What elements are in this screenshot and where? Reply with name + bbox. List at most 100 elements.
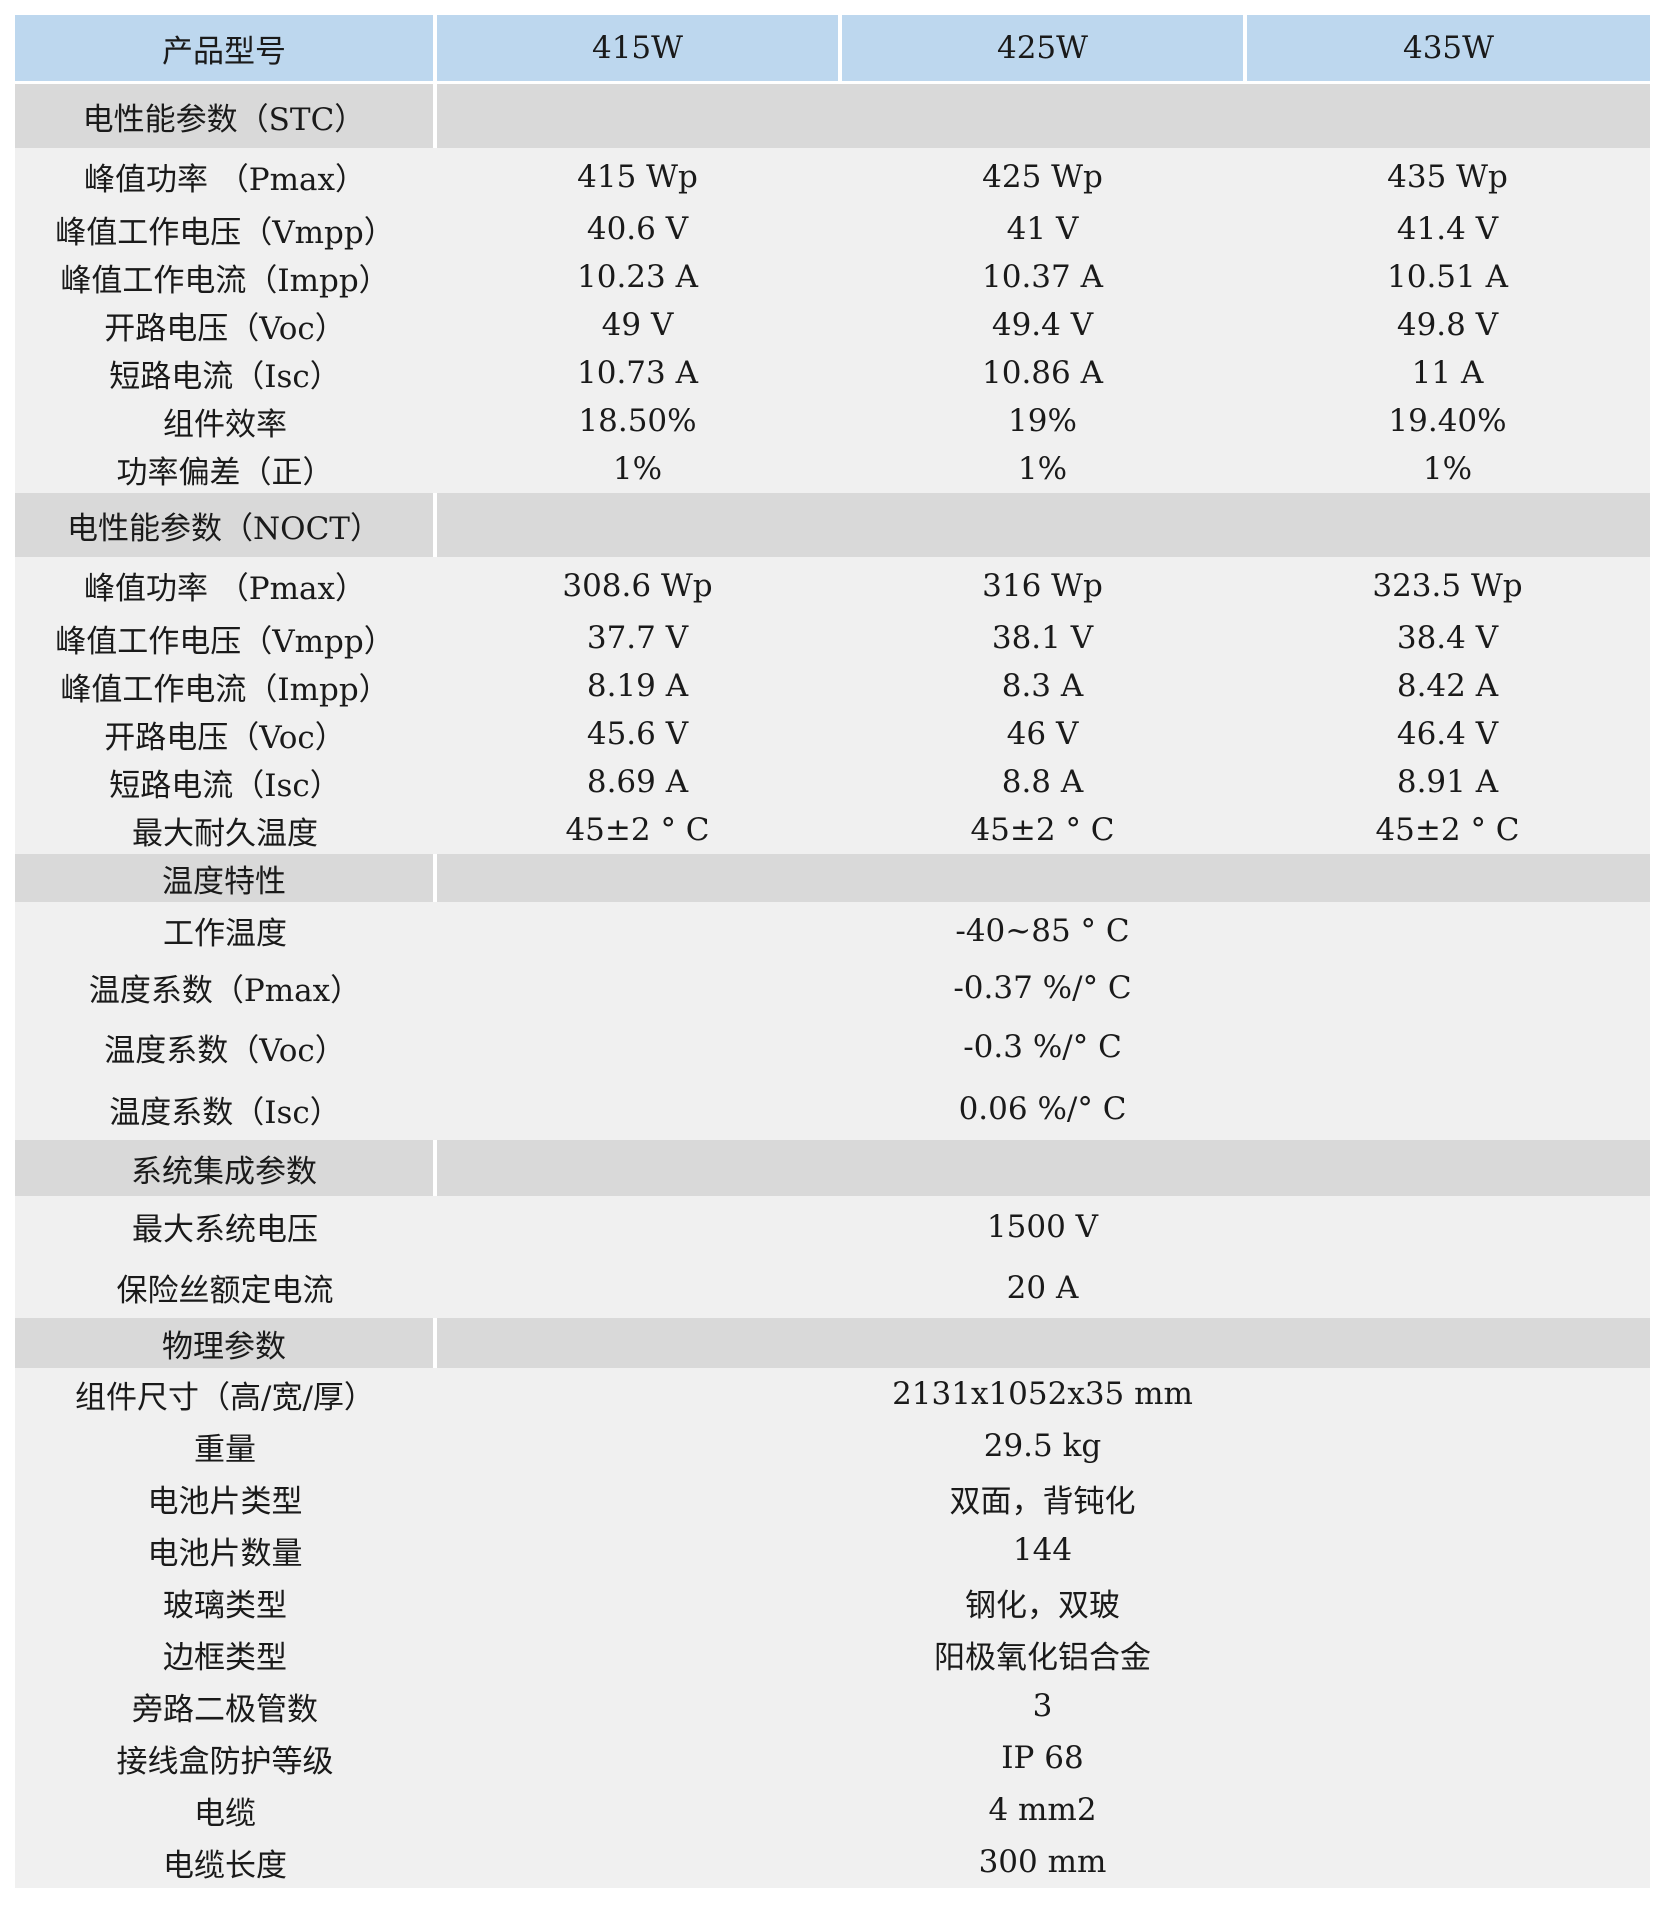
table-row: 边框类型 阳极氧化铝合金 bbox=[15, 1628, 1650, 1680]
row-label: 工作温度 bbox=[15, 902, 435, 959]
table-row: 峰值工作电流（Impp） 8.19 A 8.3 A 8.42 A bbox=[15, 662, 1650, 710]
table-row: 温度系数（Isc） 0.06 %/° C bbox=[15, 1078, 1650, 1140]
row-label: 接线盒防护等级 bbox=[15, 1732, 435, 1784]
row-label: 峰值工作电流（Impp） bbox=[15, 253, 435, 301]
row-label: 温度系数（Voc） bbox=[15, 1016, 435, 1078]
cell-value: 37.7 V bbox=[435, 614, 840, 662]
cell-value: 8.42 A bbox=[1245, 662, 1650, 710]
cell-value: 10.86 A bbox=[840, 349, 1245, 397]
row-label: 短路电流（Isc） bbox=[15, 758, 435, 806]
cell-value: -0.3 %/° C bbox=[435, 1016, 1650, 1078]
cell-value: 10.51 A bbox=[1245, 253, 1650, 301]
table-row: 峰值工作电压（Vmpp） 40.6 V 41 V 41.4 V bbox=[15, 205, 1650, 253]
cell-value: 8.69 A bbox=[435, 758, 840, 806]
cell-value: 45±2 ° C bbox=[435, 806, 840, 854]
cell-value: 3 bbox=[435, 1680, 1650, 1732]
row-label: 短路电流（Isc） bbox=[15, 349, 435, 397]
row-label: 边框类型 bbox=[15, 1628, 435, 1680]
section-title: 电性能参数（NOCT） bbox=[15, 493, 435, 557]
table-row: 峰值工作电流（Impp） 10.23 A 10.37 A 10.51 A bbox=[15, 253, 1650, 301]
cell-value: 20 A bbox=[435, 1257, 1650, 1318]
cell-value: 144 bbox=[435, 1524, 1650, 1576]
table-row: 短路电流（Isc） 8.69 A 8.8 A 8.91 A bbox=[15, 758, 1650, 806]
cell-value: 49.8 V bbox=[1245, 301, 1650, 349]
row-label: 最大耐久温度 bbox=[15, 806, 435, 854]
cell-value: 8.91 A bbox=[1245, 758, 1650, 806]
cell-value: 435 Wp bbox=[1245, 148, 1650, 205]
cell-value: 阳极氧化铝合金 bbox=[435, 1628, 1650, 1680]
cell-value: 323.5 Wp bbox=[1245, 557, 1650, 614]
cell-value: 425 Wp bbox=[840, 148, 1245, 205]
cell-value: 19% bbox=[840, 397, 1245, 445]
section-fill bbox=[433, 854, 1650, 902]
cell-value: 8.3 A bbox=[840, 662, 1245, 710]
section-title: 系统集成参数 bbox=[15, 1140, 435, 1196]
cell-value: 46 V bbox=[840, 710, 1245, 758]
cell-value: 49.4 V bbox=[840, 301, 1245, 349]
row-label: 峰值工作电压（Vmpp） bbox=[15, 205, 435, 253]
cell-value: 415 Wp bbox=[435, 148, 840, 205]
cell-value: 45.6 V bbox=[435, 710, 840, 758]
cell-value: 1% bbox=[1245, 445, 1650, 493]
table-row: 峰值工作电压（Vmpp） 37.7 V 38.1 V 38.4 V bbox=[15, 614, 1650, 662]
table-row: 最大系统电压 1500 V bbox=[15, 1196, 1650, 1257]
cell-value: 308.6 Wp bbox=[435, 557, 840, 614]
cell-value: 0.06 %/° C bbox=[435, 1078, 1650, 1140]
cell-value: -40~85 ° C bbox=[435, 902, 1650, 959]
table-row: 峰值功率 （Pmax） 415 Wp 425 Wp 435 Wp bbox=[15, 148, 1650, 205]
header-row: 产品型号 415W 425W 435W bbox=[15, 15, 1650, 83]
table-row: 保险丝额定电流 20 A bbox=[15, 1257, 1650, 1318]
cell-value: 2131x1052x35 mm bbox=[435, 1368, 1650, 1420]
section-header-stc: 电性能参数（STC） bbox=[15, 82, 1650, 148]
cell-value: 10.73 A bbox=[435, 349, 840, 397]
row-label: 温度系数（Isc） bbox=[15, 1078, 435, 1140]
row-label: 峰值工作电流（Impp） bbox=[15, 662, 435, 710]
row-label: 最大系统电压 bbox=[15, 1196, 435, 1257]
cell-value: 钢化，双玻 bbox=[435, 1576, 1650, 1628]
table-row: 重量 29.5 kg bbox=[15, 1420, 1650, 1472]
section-title: 电性能参数（STC） bbox=[15, 82, 435, 148]
table-row: 开路电压（Voc） 49 V 49.4 V 49.8 V bbox=[15, 301, 1650, 349]
row-label: 旁路二极管数 bbox=[15, 1680, 435, 1732]
cell-value: 10.23 A bbox=[435, 253, 840, 301]
cell-value: 19.40% bbox=[1245, 397, 1650, 445]
table-row: 工作温度 -40~85 ° C bbox=[15, 902, 1650, 959]
cell-value: 29.5 kg bbox=[435, 1420, 1650, 1472]
section-title: 温度特性 bbox=[15, 854, 435, 902]
row-label: 电缆长度 bbox=[15, 1836, 435, 1888]
row-label: 温度系数（Pmax） bbox=[15, 959, 435, 1016]
section-header-temperature: 温度特性 bbox=[15, 854, 1650, 902]
header-label: 产品型号 bbox=[15, 15, 435, 83]
cell-value: 38.1 V bbox=[840, 614, 1245, 662]
cell-value: 40.6 V bbox=[435, 205, 840, 253]
cell-value: 316 Wp bbox=[840, 557, 1245, 614]
table-row: 组件效率 18.50% 19% 19.40% bbox=[15, 397, 1650, 445]
row-label: 玻璃类型 bbox=[15, 1576, 435, 1628]
cell-value: 45±2 ° C bbox=[840, 806, 1245, 854]
cell-value: 41.4 V bbox=[1245, 205, 1650, 253]
cell-value: IP 68 bbox=[435, 1732, 1650, 1784]
section-fill bbox=[433, 1318, 1650, 1368]
cell-value: 300 mm bbox=[435, 1836, 1650, 1888]
table-row: 最大耐久温度 45±2 ° C 45±2 ° C 45±2 ° C bbox=[15, 806, 1650, 854]
table-row: 功率偏差（正） 1% 1% 1% bbox=[15, 445, 1650, 493]
cell-value: 10.37 A bbox=[840, 253, 1245, 301]
row-label: 开路电压（Voc） bbox=[15, 301, 435, 349]
cell-value: 1% bbox=[840, 445, 1245, 493]
cell-value: 41 V bbox=[840, 205, 1245, 253]
row-label: 电池片数量 bbox=[15, 1524, 435, 1576]
cell-value: 38.4 V bbox=[1245, 614, 1650, 662]
cell-value: 8.19 A bbox=[435, 662, 840, 710]
table-row: 电缆 4 mm2 bbox=[15, 1784, 1650, 1836]
table-row: 接线盒防护等级 IP 68 bbox=[15, 1732, 1650, 1784]
cell-value: -0.37 %/° C bbox=[435, 959, 1650, 1016]
section-fill bbox=[433, 82, 1650, 148]
row-label: 峰值工作电压（Vmpp） bbox=[15, 614, 435, 662]
table-row: 峰值功率 （Pmax） 308.6 Wp 316 Wp 323.5 Wp bbox=[15, 557, 1650, 614]
table-row: 短路电流（Isc） 10.73 A 10.86 A 11 A bbox=[15, 349, 1650, 397]
table-row: 玻璃类型 钢化，双玻 bbox=[15, 1576, 1650, 1628]
section-header-noct: 电性能参数（NOCT） bbox=[15, 493, 1650, 557]
row-label: 保险丝额定电流 bbox=[15, 1257, 435, 1318]
row-label: 组件效率 bbox=[15, 397, 435, 445]
table-row: 电池片数量 144 bbox=[15, 1524, 1650, 1576]
